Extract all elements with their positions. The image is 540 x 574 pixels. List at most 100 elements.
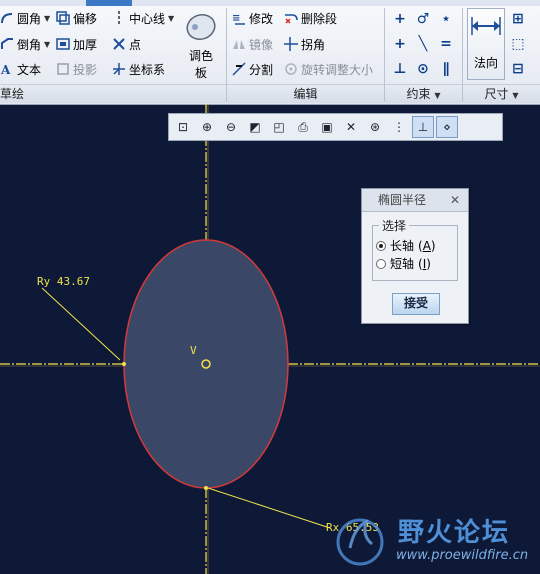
ry-dimension-text[interactable]: Ry 43.67 — [37, 275, 90, 288]
parallel-constraint-icon[interactable]: ∥ — [437, 60, 455, 78]
divide-label: 分割 — [249, 62, 274, 77]
offset-button[interactable]: 偏移 — [56, 8, 97, 28]
modify-button[interactable]: ≡ 修改 — [232, 8, 273, 28]
view-toolbar: ⊡ ⊕ ⊖ ◩ ◰ ⎙ ▣ ✕ ⊛ ⋮ ⊥ ⋄ — [168, 113, 503, 141]
baseline-dimension-icon[interactable]: ⊟ — [509, 60, 527, 78]
coordinate-system-label: 坐标系 — [129, 62, 166, 77]
text-button[interactable]: A 文本 — [0, 59, 41, 79]
ellipse[interactable] — [123, 239, 289, 489]
coincident-constraint-icon[interactable]: ⊙ — [414, 60, 432, 78]
fillet-label: 圆角 — [17, 11, 42, 26]
delete-segment-button[interactable]: 删除段 — [284, 8, 337, 28]
sketch-view[interactable] — [0, 104, 540, 574]
ellipse-bottom-vertex[interactable] — [204, 486, 208, 490]
chamfer-button[interactable]: 倒角 ▼ — [0, 34, 50, 54]
mirror-label: 镜像 — [249, 37, 274, 52]
zoom-in-icon[interactable]: ⊕ — [196, 116, 218, 138]
constraint-group-title: 约束 — [406, 87, 431, 101]
point-button[interactable]: 点 — [112, 34, 141, 54]
chamfer-label: 倒角 — [17, 37, 42, 52]
chamfer-icon — [0, 37, 14, 51]
tangent-constraint-icon[interactable]: ♂ — [414, 10, 432, 28]
centerline-label: 中心线 — [129, 11, 166, 26]
forum-watermark: 野火论坛 www.proewildfire.cn — [330, 506, 536, 572]
modify-icon: ≡ — [232, 11, 246, 25]
palette-button[interactable]: 调色 板 — [182, 10, 220, 80]
project-button[interactable]: 投影 — [56, 59, 97, 79]
chevron-down-icon: ▼ — [434, 91, 441, 100]
edit-group-label: 编辑 — [227, 84, 384, 103]
accept-button[interactable]: 接受 — [392, 293, 440, 315]
normal-dimension-button[interactable]: 法向 — [467, 8, 505, 80]
minor-axis-mnemonic: (I) — [418, 256, 431, 271]
ry-leader-line — [41, 287, 121, 361]
watermark-title: 野火论坛 — [398, 518, 511, 548]
mirror-icon — [232, 37, 246, 51]
horizontal-constraint-icon[interactable]: + — [391, 35, 409, 53]
vertical-constraint-icon[interactable]: + — [391, 10, 409, 28]
corner-button[interactable]: 拐角 — [284, 34, 325, 54]
edit-group-title: 编辑 — [293, 87, 318, 101]
perpendicular-constraint-icon[interactable]: ⊥ — [391, 60, 409, 78]
thicken-icon — [56, 37, 70, 51]
mirror-button[interactable]: 镜像 — [232, 34, 273, 54]
fillet-button[interactable]: 圆角 ▼ — [0, 8, 50, 28]
zoom-out-icon[interactable]: ⊖ — [220, 116, 242, 138]
divide-icon — [232, 62, 246, 76]
rotate-resize-button[interactable]: 旋转调整大小 — [284, 59, 373, 79]
major-axis-radio[interactable]: 长轴 (A) — [376, 237, 436, 254]
major-axis-mnemonic: (A) — [418, 238, 436, 253]
perpendicular-line-icon[interactable]: ╲ — [414, 35, 432, 53]
view-manager-icon[interactable]: ▣ — [316, 116, 338, 138]
project-label: 投影 — [73, 62, 98, 77]
rotate-resize-icon — [284, 62, 298, 76]
ellipse-left-vertex[interactable] — [122, 362, 126, 366]
palette-label-line1: 调色 — [188, 49, 213, 63]
equal-constraint-icon[interactable]: = — [437, 35, 455, 53]
ribbon-tab-strip — [0, 0, 540, 6]
sketcher-display-icon[interactable]: ⋄ — [436, 116, 458, 138]
project-icon — [56, 62, 70, 76]
dimension-group-label[interactable]: 尺寸 ▼ — [463, 84, 540, 103]
chevron-down-icon[interactable]: ▼ — [168, 14, 174, 23]
spin-center-icon[interactable]: ⊛ — [364, 116, 386, 138]
divide-button[interactable]: 分割 — [232, 59, 273, 79]
normal-dimension-label: 法向 — [473, 56, 498, 70]
coordinate-system-button[interactable]: 坐标系 — [112, 59, 165, 79]
dialog-titlebar[interactable]: 椭圆半径 ✕ — [362, 189, 468, 212]
centerline-icon — [112, 11, 126, 25]
point-label: 点 — [129, 37, 142, 52]
dimension-group-title: 尺寸 — [484, 87, 509, 101]
sketch-orientation-icon[interactable]: ⊥ — [412, 116, 434, 138]
palette-label-line2: 板 — [194, 66, 207, 80]
annotation-display-icon[interactable]: ⋮ — [388, 116, 410, 138]
graphics-canvas[interactable] — [0, 104, 540, 574]
thicken-label: 加厚 — [73, 37, 98, 52]
perimeter-dimension-icon[interactable]: ⊞ — [509, 10, 527, 28]
watermark-url: www.proewildfire.cn — [396, 548, 529, 563]
refit-icon[interactable]: ⊡ — [172, 116, 194, 138]
point-icon — [112, 37, 126, 51]
reference-dimension-icon[interactable]: ⬚ — [509, 35, 527, 53]
rotate-resize-label: 旋转调整大小 — [301, 62, 374, 77]
saved-orientations-icon[interactable]: ⎙ — [292, 116, 314, 138]
radio-selected-icon[interactable] — [376, 240, 386, 251]
text-icon: A — [0, 62, 14, 77]
repaint-icon[interactable]: ◩ — [244, 116, 266, 138]
datum-display-icon[interactable]: ✕ — [340, 116, 362, 138]
selection-group-label: 选择 — [382, 219, 407, 233]
chevron-down-icon[interactable]: ▼ — [44, 40, 50, 49]
minor-axis-radio[interactable]: 短轴 (I) — [376, 255, 431, 272]
ellipse-radius-dialog: 椭圆半径 ✕ 选择 长轴 (A) 短轴 (I) 接受 — [361, 188, 469, 324]
radio-unselected-icon[interactable] — [376, 258, 386, 269]
chevron-down-icon[interactable]: ▼ — [44, 14, 50, 23]
corner-label: 拐角 — [301, 37, 326, 52]
thicken-button[interactable]: 加厚 — [56, 34, 97, 54]
midpoint-constraint-icon[interactable]: ⋆ — [437, 10, 455, 28]
coordinate-system-icon — [112, 62, 126, 76]
active-tab-indicator[interactable] — [86, 0, 132, 6]
constraint-group-label[interactable]: 约束 ▼ — [385, 84, 462, 103]
close-icon[interactable]: ✕ — [450, 189, 460, 211]
display-style-icon[interactable]: ◰ — [268, 116, 290, 138]
centerline-button[interactable]: 中心线 ▼ — [112, 8, 174, 28]
